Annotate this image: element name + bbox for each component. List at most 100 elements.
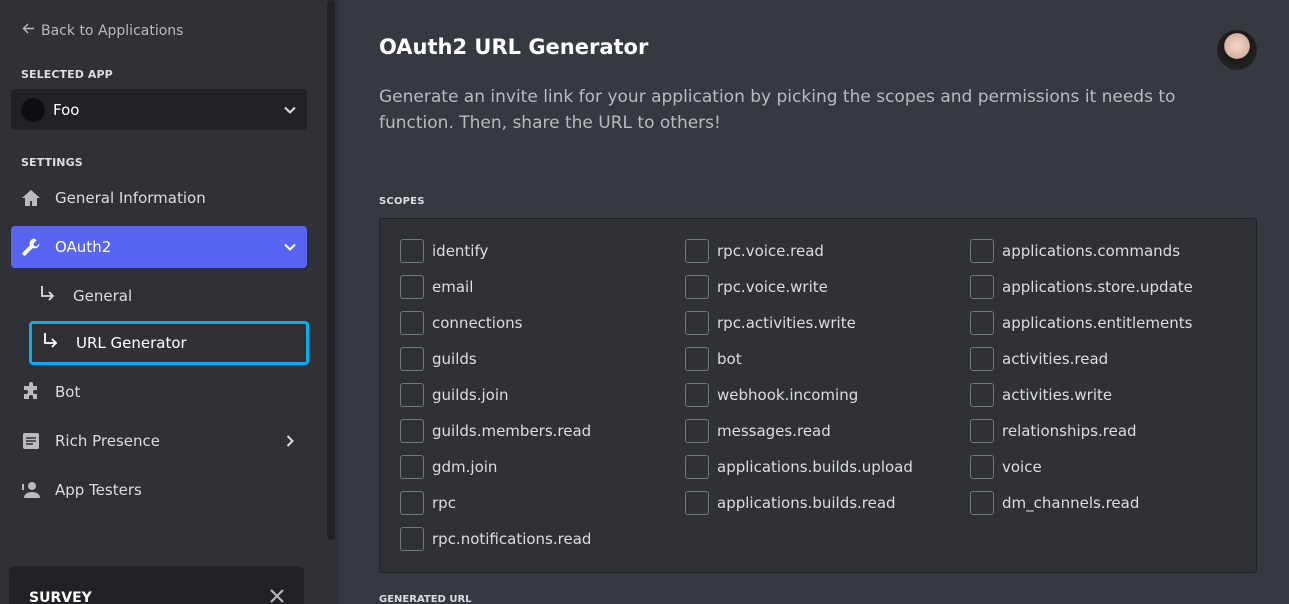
sidebar-subitem-label: General — [73, 287, 133, 305]
checkbox[interactable] — [970, 455, 994, 479]
scope-label: rpc — [432, 494, 456, 512]
scope-label: rpc.voice.write — [717, 278, 828, 296]
sub-arrow-icon — [42, 332, 60, 354]
checkbox[interactable] — [685, 491, 709, 515]
checkbox[interactable] — [970, 275, 994, 299]
page-description: Generate an invite link for your applica… — [379, 87, 1176, 133]
sub-arrow-icon — [39, 285, 57, 307]
scope-label: email — [432, 278, 474, 296]
scope-checkbox-row[interactable]: guilds.join — [400, 383, 509, 407]
chevron-right-icon — [286, 435, 294, 447]
scope-checkbox-row[interactable]: gdm.join — [400, 455, 497, 479]
back-label: Back to Applications — [41, 22, 184, 39]
checkbox[interactable] — [400, 491, 424, 515]
checkbox[interactable] — [400, 347, 424, 371]
sidebar-subitem-url-generator[interactable]: URL Generator — [29, 321, 309, 365]
scope-label: activities.write — [1002, 386, 1113, 404]
sidebar-subitem-general[interactable]: General — [29, 274, 309, 318]
checkbox[interactable] — [685, 275, 709, 299]
checkbox[interactable] — [970, 383, 994, 407]
scope-checkbox-row[interactable]: rpc.voice.write — [685, 275, 828, 299]
checkbox[interactable] — [685, 383, 709, 407]
selected-app-heading: SELECTED APP — [21, 68, 113, 81]
checkbox[interactable] — [400, 275, 424, 299]
sidebar-item-label: App Testers — [55, 481, 142, 499]
sidebar-item-app-testers[interactable]: App Testers — [11, 469, 307, 511]
sidebar-scrollbar[interactable] — [327, 0, 335, 540]
scope-checkbox-row[interactable]: webhook.incoming — [685, 383, 858, 407]
scope-checkbox-row[interactable]: rpc — [400, 491, 456, 515]
checkbox[interactable] — [970, 311, 994, 335]
scope-checkbox-row[interactable]: identify — [400, 239, 488, 263]
checkbox[interactable] — [685, 239, 709, 263]
checkbox[interactable] — [400, 527, 424, 551]
scope-label: guilds.members.read — [432, 422, 592, 440]
scope-checkbox-row[interactable]: connections — [400, 311, 522, 335]
checkbox[interactable] — [685, 311, 709, 335]
home-icon — [21, 188, 41, 208]
scope-checkbox-row[interactable]: voice — [970, 455, 1042, 479]
app-selector[interactable]: Foo — [11, 89, 307, 130]
wrench-icon — [21, 237, 41, 257]
scope-checkbox-row[interactable]: guilds.members.read — [400, 419, 591, 443]
sidebar-item-general-information[interactable]: General Information — [11, 177, 307, 219]
close-icon[interactable] — [267, 586, 287, 604]
sidebar-item-bot[interactable]: Bot — [11, 371, 307, 413]
checkbox[interactable] — [970, 419, 994, 443]
checkbox[interactable] — [400, 455, 424, 479]
scope-checkbox-row[interactable]: bot — [685, 347, 742, 371]
scope-label: guilds — [432, 350, 477, 368]
generated-url-heading: GENERATED URL — [379, 594, 472, 604]
scope-checkbox-row[interactable]: activities.read — [970, 347, 1108, 371]
scope-checkbox-row[interactable]: relationships.read — [970, 419, 1137, 443]
scope-label: applications.builds.upload — [717, 458, 913, 476]
scope-checkbox-row[interactable]: applications.builds.upload — [685, 455, 913, 479]
checkbox[interactable] — [400, 383, 424, 407]
scope-label: webhook.incoming — [717, 386, 859, 404]
sidebar-item-rich-presence[interactable]: Rich Presence — [11, 420, 307, 462]
scope-checkbox-row[interactable]: applications.builds.read — [685, 491, 896, 515]
sidebar-item-label: Bot — [55, 383, 81, 401]
scopes-panel: identify email connections guilds guilds.joi… — [379, 218, 1257, 573]
sidebar-item-oauth2[interactable]: OAuth2 — [11, 226, 307, 268]
scope-checkbox-row[interactable]: guilds — [400, 347, 477, 371]
survey-card: SURVEY — [9, 566, 304, 604]
person-icon — [21, 480, 41, 500]
checkbox[interactable] — [685, 419, 709, 443]
avatar[interactable] — [1217, 30, 1257, 70]
app-name: Foo — [53, 100, 80, 119]
back-to-applications-link[interactable]: Back to Applications — [22, 22, 183, 39]
scope-label: bot — [717, 350, 742, 368]
scope-checkbox-row[interactable]: messages.read — [685, 419, 831, 443]
scope-label: applications.store.update — [1002, 278, 1193, 296]
scope-label: messages.read — [717, 422, 831, 440]
sidebar-subitem-label: URL Generator — [76, 334, 187, 352]
scope-checkbox-row[interactable]: dm_channels.read — [970, 491, 1139, 515]
scope-label: relationships.read — [1002, 422, 1137, 440]
sidebar-item-label: Rich Presence — [55, 432, 160, 450]
scope-label: activities.read — [1002, 350, 1109, 368]
scope-checkbox-row[interactable]: rpc.voice.read — [685, 239, 824, 263]
page-title: OAuth2 URL Generator — [379, 35, 649, 59]
scope-checkbox-row[interactable]: applications.store.update — [970, 275, 1193, 299]
checkbox[interactable] — [970, 347, 994, 371]
checkbox[interactable] — [400, 239, 424, 263]
scope-checkbox-row[interactable]: activities.write — [970, 383, 1112, 407]
scope-checkbox-row[interactable]: applications.entitlements — [970, 311, 1192, 335]
scope-label: rpc.activities.write — [717, 314, 856, 332]
scope-label: applications.entitlements — [1002, 314, 1193, 332]
scope-checkbox-row[interactable]: rpc.notifications.read — [400, 527, 591, 551]
sidebar-item-label: OAuth2 — [55, 238, 112, 256]
checkbox[interactable] — [970, 239, 994, 263]
scope-checkbox-row[interactable]: rpc.activities.write — [685, 311, 856, 335]
checkbox[interactable] — [400, 311, 424, 335]
scope-checkbox-row[interactable]: email — [400, 275, 473, 299]
scope-label: applications.builds.read — [717, 494, 896, 512]
checkbox[interactable] — [685, 455, 709, 479]
checkbox[interactable] — [685, 347, 709, 371]
sidebar: Back to Applications SELECTED APP Foo SE… — [0, 0, 339, 604]
checkbox[interactable] — [400, 419, 424, 443]
main-content: OAuth2 URL Generator Generate an invite … — [339, 0, 1289, 604]
scope-checkbox-row[interactable]: applications.commands — [970, 239, 1180, 263]
checkbox[interactable] — [970, 491, 994, 515]
